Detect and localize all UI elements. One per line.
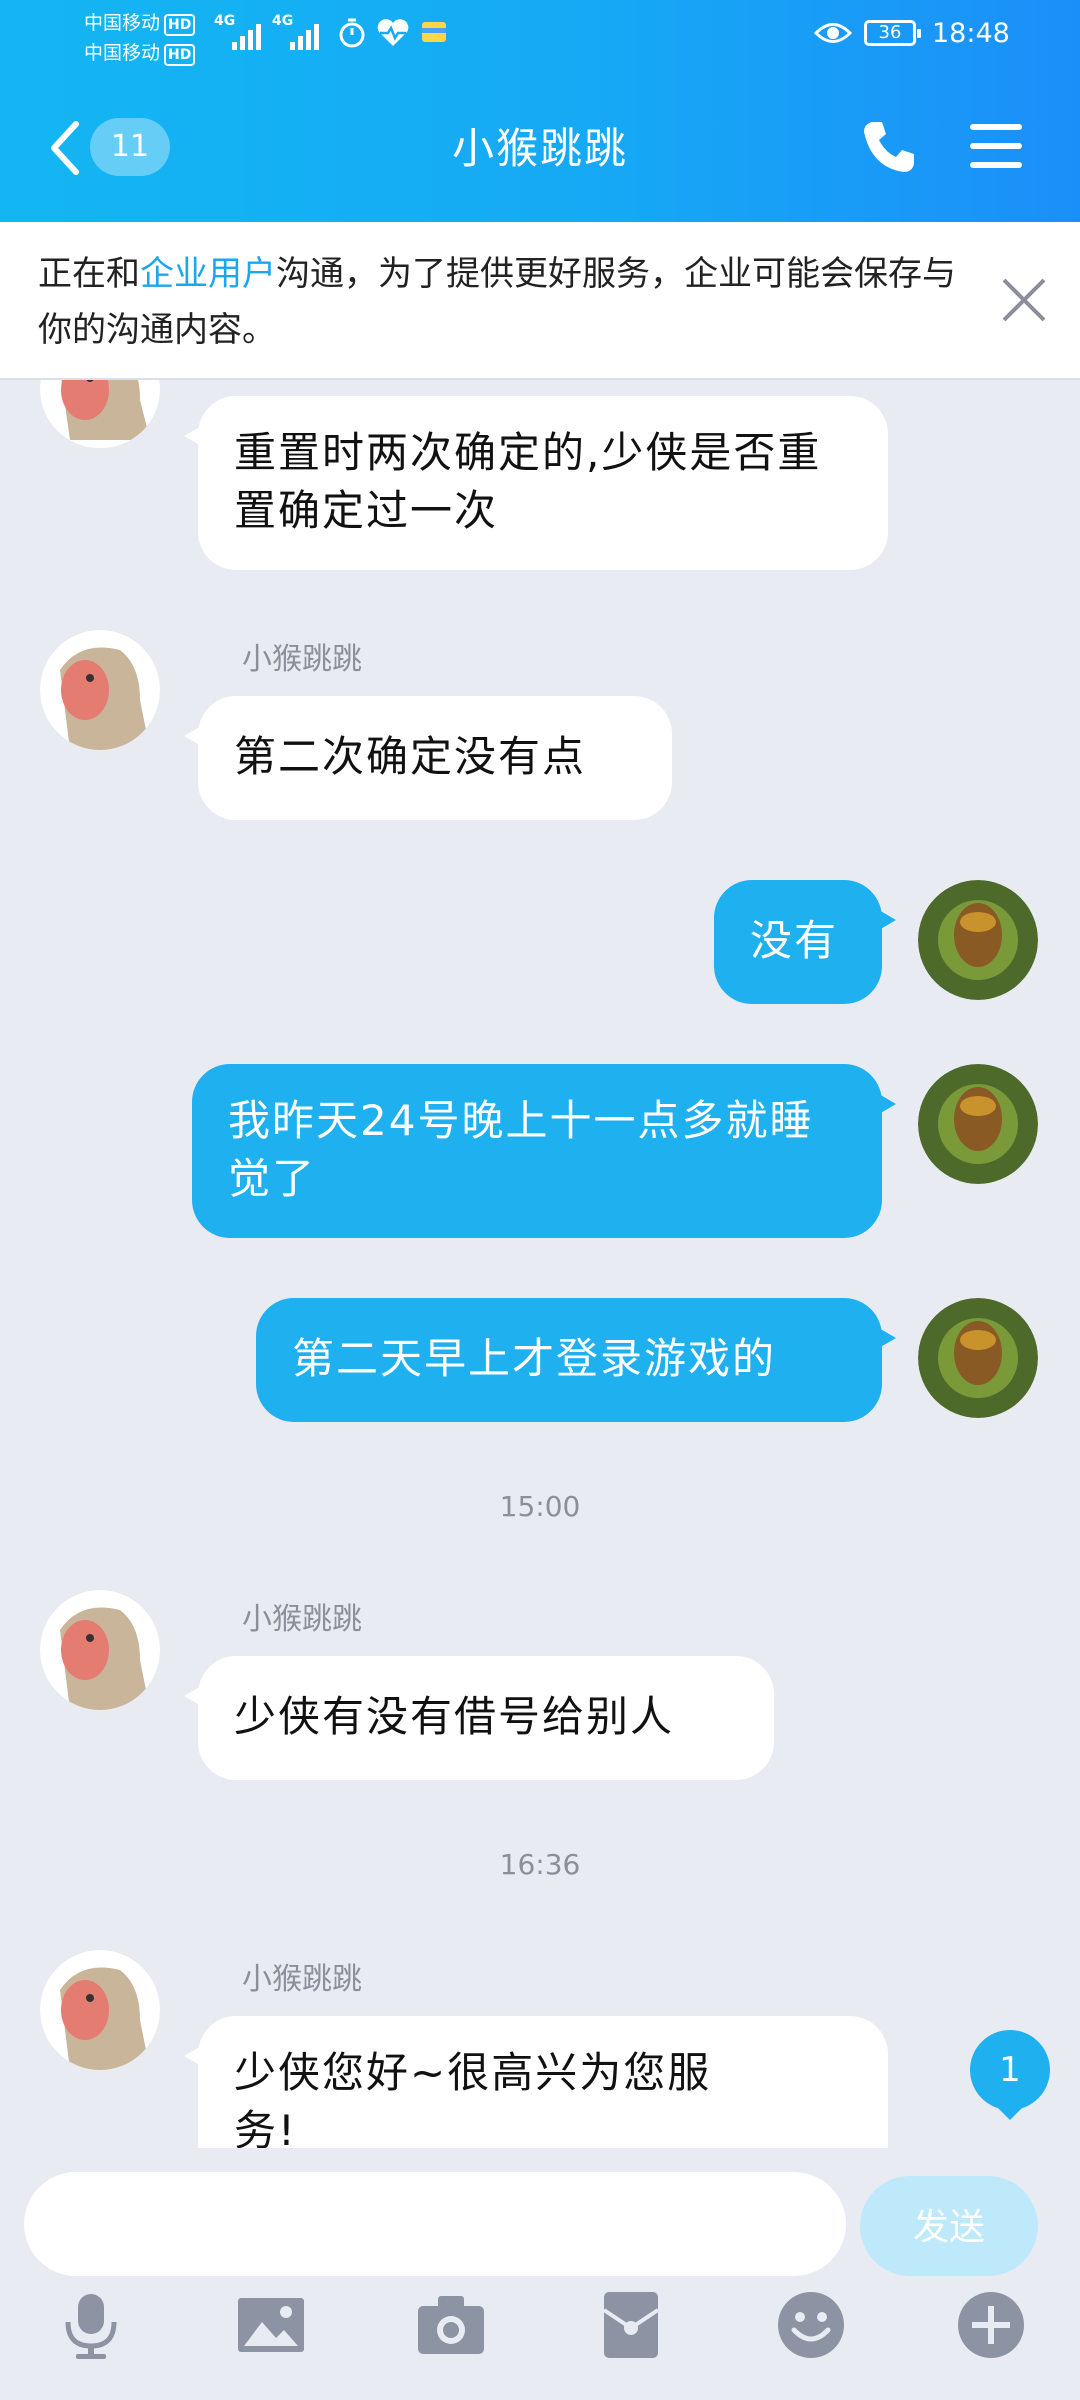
my-avatar[interactable] [918, 1064, 1038, 1184]
hd-badge-2: HD [164, 44, 196, 66]
image-icon[interactable] [236, 2290, 306, 2360]
message-bubble[interactable]: 重置时两次确定的,少侠是否重置确定过一次 [184, 396, 888, 570]
battery-icon: 36 [864, 20, 921, 46]
wallet-icon [422, 22, 446, 42]
timer-icon [339, 18, 365, 48]
message-bubble[interactable]: 少侠有没有借号给别人 [184, 1656, 774, 1780]
emoji-icon[interactable] [776, 2290, 846, 2360]
enterprise-notice: 正在和企业用户沟通，为了提供更好服务，企业可能会保存与你的沟通内容。 [0, 222, 1080, 380]
message-bubble-out[interactable]: 第二天早上才登录游戏的 [256, 1298, 896, 1422]
notice-prefix: 正在和 [38, 254, 140, 294]
microphone-icon[interactable] [56, 2290, 126, 2360]
sender-name: 小猴跳跳 [242, 1602, 362, 1637]
camera-icon[interactable] [416, 2290, 486, 2360]
send-button[interactable]: 发送 [860, 2176, 1038, 2276]
carrier-2: 中国移动 [84, 42, 161, 64]
menu-icon[interactable] [968, 118, 1024, 176]
clock: 18:48 [932, 18, 1010, 49]
signal-icon [232, 16, 261, 50]
avatar[interactable] [40, 1590, 160, 1710]
title-bar: 中国移动 HD 中国移动 HD 4G 4G 36 18:48 11 小猴跳跳 [0, 0, 1080, 222]
notice-enterprise-link[interactable]: 企业用户 [140, 254, 276, 294]
red-packet-icon[interactable] [596, 2290, 666, 2360]
signal-icon-2 [290, 16, 319, 50]
avatar[interactable] [40, 630, 160, 750]
input-bar: 发送 [0, 2148, 1080, 2400]
carrier-info: 中国移动 HD 中国移动 HD [84, 8, 196, 68]
avatar[interactable] [40, 1950, 160, 2070]
eye-icon [814, 23, 852, 43]
message-bubble-out[interactable]: 没有 [714, 880, 896, 1004]
chat-title: 小猴跳跳 [451, 124, 628, 173]
carrier-1: 中国移动 [84, 12, 161, 34]
timestamp: 16:36 [499, 1848, 581, 1881]
status-bar: 中国移动 HD 中国移动 HD 4G 4G 36 18:48 [0, 0, 1080, 70]
my-avatar[interactable] [918, 1298, 1038, 1418]
timestamp: 15:00 [499, 1490, 581, 1523]
notice-text: 正在和企业用户沟通，为了提供更好服务，企业可能会保存与你的沟通内容。 [38, 246, 968, 358]
message-bubble[interactable]: 少侠您好~很高兴为您服务! [184, 2016, 888, 2148]
hd-badge: HD [164, 14, 196, 36]
phone-icon[interactable] [860, 118, 918, 176]
new-message-badge[interactable]: 1 [970, 2030, 1050, 2120]
sender-name: 小猴跳跳 [242, 1962, 362, 1997]
sender-name: 小猴跳跳 [242, 642, 362, 677]
plus-icon[interactable] [956, 2290, 1026, 2360]
message-bubble-out[interactable]: 我昨天24号晚上十一点多就睡觉了 [192, 1064, 896, 1238]
message-clip: 少侠您好~很高兴为您服务! [180, 2000, 920, 2148]
message-input[interactable] [24, 2172, 846, 2276]
message-bubble[interactable]: 第二次确定没有点 [184, 696, 672, 820]
health-icon [377, 19, 409, 46]
close-icon[interactable] [1000, 276, 1048, 324]
my-avatar[interactable] [918, 880, 1038, 1000]
